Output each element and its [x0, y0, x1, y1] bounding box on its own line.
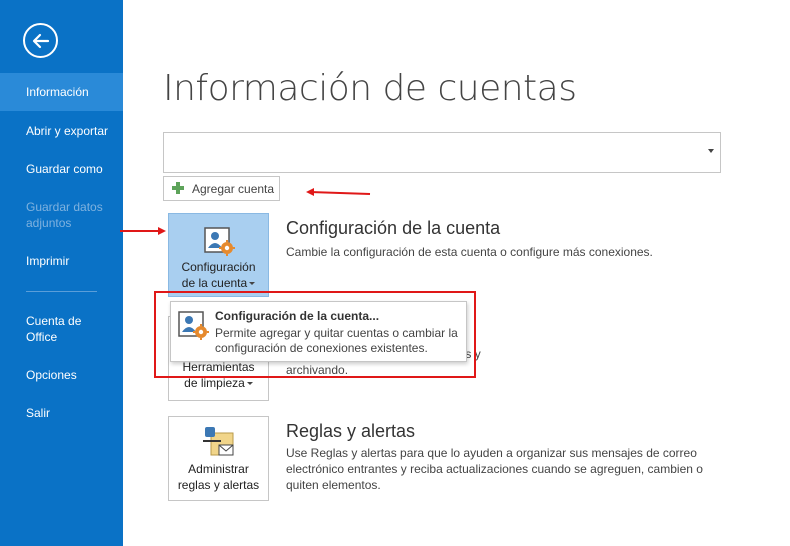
- account-settings-tile-line2: de la cuenta: [181, 276, 248, 290]
- rules-alerts-desc: Use Reglas y alertas para que lo ayuden …: [286, 446, 703, 492]
- nav-save-attachments: Guardar datos adjuntos: [26, 200, 103, 230]
- account-settings-tile-line1: Configuración: [181, 260, 256, 274]
- plus-icon: [172, 182, 184, 194]
- back-button[interactable]: [23, 23, 58, 58]
- nav-print[interactable]: Imprimir: [0, 253, 123, 269]
- account-settings-desc: Cambie la configuración de esta cuenta o…: [286, 245, 653, 259]
- nav-info[interactable]: Información: [0, 73, 123, 111]
- rules-alerts-tile[interactable]: Administrar reglas y alertas: [168, 416, 269, 501]
- nav-divider: [26, 291, 97, 292]
- rules-alerts-tile-line2: reglas y alertas: [177, 478, 260, 492]
- account-settings-tile-line2-wrap: de la cuenta: [169, 275, 268, 291]
- account-select[interactable]: [163, 132, 721, 173]
- nav-open-export[interactable]: Abrir y exportar: [0, 123, 123, 139]
- nav-office-account[interactable]: Cuenta de Office: [0, 313, 100, 345]
- back-arrow-icon: [32, 33, 50, 49]
- dropdown-arrow-icon: [249, 282, 256, 286]
- nav-options[interactable]: Opciones: [0, 367, 123, 383]
- rules-alerts-title: Reglas y alertas: [286, 421, 416, 441]
- annotation-highlight-box: [154, 291, 476, 378]
- add-account-label: Agregar cuenta: [192, 182, 275, 196]
- nav-exit[interactable]: Salir: [0, 405, 123, 421]
- backstage-sidebar: Información Abrir y exportar Guardar com…: [0, 0, 123, 546]
- nav-save-as[interactable]: Guardar como: [0, 161, 123, 177]
- dropdown-arrow-icon: [246, 382, 253, 386]
- account-settings-icon: [204, 227, 235, 256]
- add-account-button[interactable]: Agregar cuenta: [163, 176, 280, 201]
- account-settings-title: Configuración de la cuenta: [286, 218, 501, 238]
- annotation-arrow-left-icon: [306, 188, 371, 196]
- page-title: Información de cuentas: [163, 68, 577, 109]
- cleanup-tools-tile-line2: de limpieza: [184, 376, 245, 390]
- rules-alerts-tile-line1: Administrar: [188, 462, 249, 476]
- account-settings-tile[interactable]: Configuración de la cuenta: [168, 213, 269, 297]
- rules-alerts-icon: [203, 427, 234, 456]
- annotation-arrow-right-icon: [120, 227, 166, 235]
- chevron-down-icon: [708, 149, 714, 153]
